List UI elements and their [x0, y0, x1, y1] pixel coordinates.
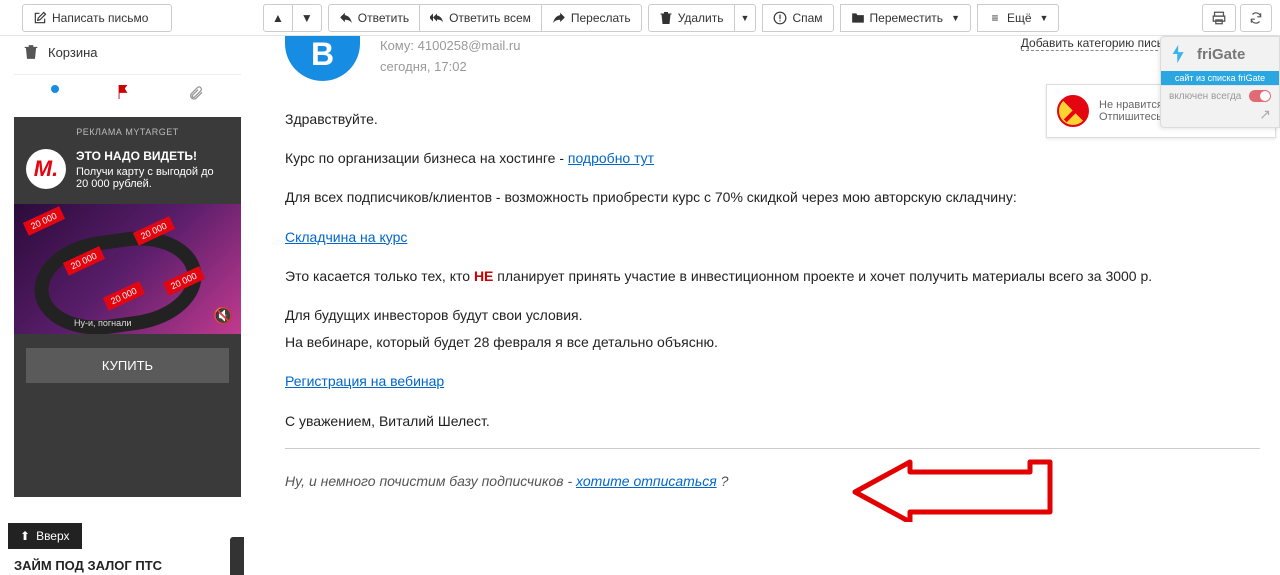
unread-filter[interactable] [51, 85, 59, 93]
email-body: Здравствуйте. Курс по организации бизнес… [285, 81, 1260, 494]
course-link[interactable]: Складчина на курс [285, 229, 407, 245]
ad-buy-button[interactable]: КУПИТЬ [26, 348, 229, 383]
webinar-link[interactable]: Регистрация на вебинар [285, 373, 444, 389]
spam-icon [773, 11, 787, 25]
ad-box: РЕКЛАМА MYTARGET М. ЭТО НАДО ВИДЕТЬ! Пол… [14, 117, 241, 497]
print-button[interactable] [1202, 4, 1236, 32]
divider [285, 448, 1260, 449]
scroll-up-button[interactable]: ⬆ Вверх [8, 523, 82, 549]
reply-all-button[interactable]: Ответить всем [419, 4, 542, 32]
email-content: В Кому: 4100258@mail.ru сегодня, 17:02 Д… [255, 36, 1280, 528]
folder-icon [851, 11, 865, 25]
frigate-toggle[interactable] [1249, 90, 1271, 102]
reply-icon [339, 11, 353, 25]
caret-down-icon: ▼ [741, 13, 750, 23]
toolbar: Написать письмо ▲ ▼ Ответить Ответить вс… [0, 0, 1280, 36]
delete-button[interactable]: Удалить [648, 4, 735, 32]
down-button[interactable]: ▼ [292, 4, 322, 32]
ad-logo: М. [26, 149, 66, 189]
edit-icon [33, 11, 47, 25]
block-icon [1057, 95, 1089, 127]
folder-trash[interactable]: Корзина [14, 36, 241, 68]
compose-label: Написать письмо [52, 11, 148, 25]
email-date: сегодня, 17:02 [380, 57, 520, 78]
signature: С уважением, Виталий Шелест. [285, 409, 1260, 434]
menu-icon: ≡ [988, 11, 1002, 25]
attachment-filter[interactable] [188, 85, 204, 101]
ad-title: ЭТО НАДО ВИДЕТЬ! [76, 149, 214, 163]
refresh-icon [1249, 11, 1263, 25]
sender-avatar: В [285, 36, 360, 81]
flag-filter[interactable] [117, 85, 129, 101]
frigate-status: включен всегда [1169, 91, 1241, 102]
frigate-title: friGate [1197, 46, 1245, 63]
frigate-collapse[interactable]: ↗ [1161, 106, 1279, 127]
footer-unsubscribe-link[interactable]: хотите отписаться [576, 473, 717, 489]
arrow-up-icon: ⬆ [20, 529, 30, 543]
email-meta: Кому: 4100258@mail.ru сегодня, 17:02 [380, 36, 520, 78]
forward-icon [552, 11, 566, 25]
email-header: В Кому: 4100258@mail.ru сегодня, 17:02 Д… [285, 36, 1260, 81]
promo-text: ЗАЙМ ПОД ЗАЛОГ ПТС [14, 558, 162, 573]
annotation-arrow [850, 452, 1060, 522]
mute-icon[interactable]: 🔇 [213, 306, 233, 326]
refresh-button[interactable] [1240, 4, 1272, 32]
move-button[interactable]: Переместить ▼ [840, 4, 971, 32]
trash-icon [24, 44, 38, 60]
caret-up-icon: ▲ [272, 11, 284, 25]
spam-button[interactable]: Спам [762, 4, 833, 32]
promo-image-fragment [230, 537, 244, 575]
print-icon [1211, 11, 1227, 25]
frigate-badge: сайт из списка friGate [1161, 71, 1279, 85]
caret-down-icon: ▼ [301, 11, 313, 25]
forward-button[interactable]: Переслать [541, 4, 642, 32]
reply-all-icon [430, 11, 444, 25]
frigate-icon [1169, 43, 1191, 65]
caret-down-icon: ▼ [1040, 13, 1049, 23]
compose-button[interactable]: Написать письмо [22, 4, 172, 32]
add-category-link[interactable]: Добавить категорию письма [1021, 36, 1178, 51]
reply-button[interactable]: Ответить [328, 4, 420, 32]
ad-text2: 20 000 рублей. [76, 178, 214, 190]
ad-label: РЕКЛАМА MYTARGET [14, 117, 241, 143]
caret-down-icon: ▼ [951, 13, 960, 23]
ad-text1: Получи карту с выгодой до [76, 166, 214, 178]
details-link[interactable]: подробно тут [568, 150, 654, 166]
filters-row [14, 74, 241, 107]
frigate-widget: friGate сайт из списка friGate включен в… [1160, 36, 1280, 128]
trash-icon [659, 11, 673, 25]
delete-dropdown[interactable]: ▼ [734, 4, 757, 32]
more-button[interactable]: ≡ Ещё ▼ [977, 4, 1059, 32]
to-address: 4100258@mail.ru [418, 38, 521, 53]
nav-buttons: ▲ ▼ [263, 4, 322, 32]
ad-image[interactable]: 20 000 20 000 20 000 20 000 20 000 Ну-и,… [14, 204, 241, 334]
up-button[interactable]: ▲ [263, 4, 293, 32]
sidebar: Корзина РЕКЛАМА MYTARGET М. ЭТО НАДО ВИД… [0, 36, 255, 497]
